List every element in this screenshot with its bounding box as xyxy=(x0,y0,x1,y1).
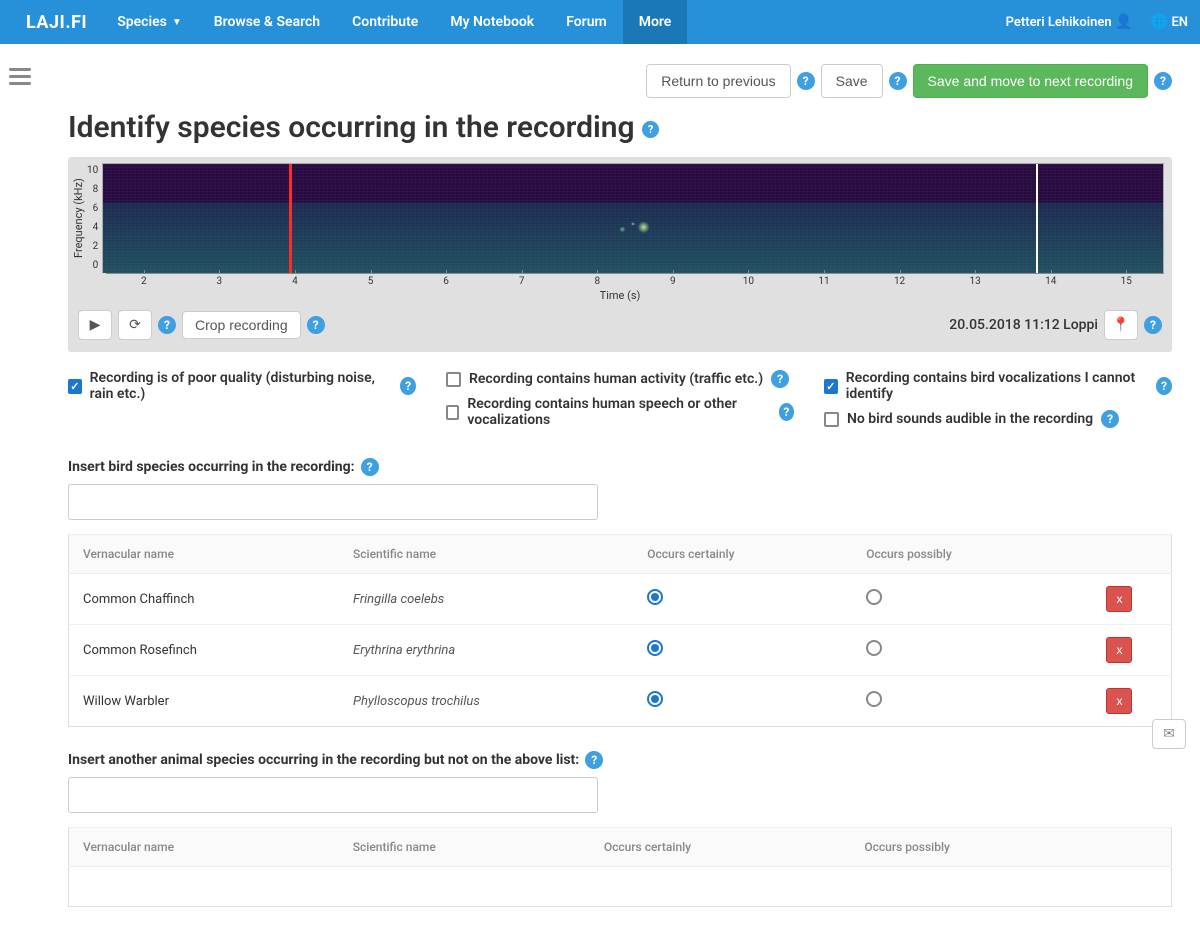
help-icon[interactable]: ? xyxy=(797,72,815,90)
help-icon[interactable]: ? xyxy=(361,458,379,476)
delete-button[interactable]: x xyxy=(1106,637,1132,663)
col-possibly: Occurs possibly xyxy=(852,535,1068,574)
radio-possibly[interactable] xyxy=(866,640,882,656)
col-vernacular: Vernacular name xyxy=(69,535,340,574)
scientific-cell: Fringilla coelebs xyxy=(339,574,633,625)
help-icon[interactable]: ? xyxy=(158,316,176,334)
help-icon[interactable]: ? xyxy=(1154,72,1172,90)
nav-browse[interactable]: Browse & Search xyxy=(198,0,336,44)
play-button[interactable]: ▶ xyxy=(78,310,112,340)
radio-possibly[interactable] xyxy=(866,589,882,605)
save-button[interactable]: Save xyxy=(821,64,883,98)
col-possibly: Occurs possibly xyxy=(850,828,1107,867)
crop-button[interactable]: Crop recording xyxy=(182,311,301,339)
col-vernacular: Vernacular name xyxy=(69,828,339,867)
flag-human-speech[interactable]: Recording contains human speech or other… xyxy=(446,396,794,428)
spectrogram[interactable] xyxy=(102,163,1164,273)
insert-other-label: Insert another animal species occurring … xyxy=(68,727,1172,777)
save-next-button[interactable]: Save and move to next recording xyxy=(913,64,1148,98)
flag-poor-quality[interactable]: Recording is of poor quality (disturbing… xyxy=(68,370,416,402)
y-ticks: 10 8 6 4 2 0 xyxy=(85,163,102,273)
y-axis-label: Frequency (kHz) xyxy=(72,163,85,273)
help-icon[interactable]: ? xyxy=(771,370,789,388)
flag-unknown-bird[interactable]: Recording contains bird vocalizations I … xyxy=(824,370,1172,402)
nav-notebook[interactable]: My Notebook xyxy=(434,0,550,44)
table-row: Common RosefinchErythrina erythrina x xyxy=(69,625,1172,676)
vernacular-cell: Common Chaffinch xyxy=(69,574,340,625)
help-icon[interactable]: ? xyxy=(1144,316,1162,334)
help-icon[interactable]: ? xyxy=(400,377,416,395)
top-navbar: LAJI.FI Species▼ Browse & Search Contrib… xyxy=(0,0,1200,44)
globe-icon: 🌐 xyxy=(1151,14,1172,30)
help-icon[interactable]: ? xyxy=(779,403,794,421)
other-species-input[interactable] xyxy=(68,777,598,813)
checkbox-icon[interactable] xyxy=(446,405,459,420)
mail-icon: ✉ xyxy=(1163,726,1175,742)
scientific-cell: Phylloscopus trochilus xyxy=(339,676,633,727)
radio-possibly[interactable] xyxy=(866,691,882,707)
x-ticks: 2 3 4 5 6 7 8 9 10 11 12 13 14 15 xyxy=(106,273,1164,287)
x-axis-label: Time (s) xyxy=(68,287,1172,302)
help-icon[interactable]: ? xyxy=(1101,410,1119,428)
menu-icon[interactable] xyxy=(9,64,31,947)
flag-human-activity[interactable]: Recording contains human activity (traff… xyxy=(446,370,794,388)
reload-button[interactable]: ⟳ xyxy=(118,310,152,340)
help-icon[interactable]: ? xyxy=(307,316,325,334)
brand-logo[interactable]: LAJI.FI xyxy=(12,12,101,33)
help-icon[interactable]: ? xyxy=(889,72,907,90)
location-button[interactable]: 📍 xyxy=(1104,310,1138,340)
spectrogram-panel: Frequency (kHz) 10 8 6 4 2 0 2 xyxy=(68,157,1172,352)
user-name[interactable]: Petteri Lehikoinen 👤 xyxy=(1006,14,1133,30)
bird-species-input[interactable] xyxy=(68,484,598,520)
checkbox-icon[interactable] xyxy=(68,379,82,394)
help-icon[interactable]: ? xyxy=(1156,377,1172,395)
other-species-table: Vernacular name Scientific name Occurs c… xyxy=(68,827,1172,907)
delete-button[interactable]: x xyxy=(1106,688,1132,714)
language-switch[interactable]: 🌐 EN xyxy=(1151,14,1188,30)
col-scientific: Scientific name xyxy=(339,535,633,574)
col-certainly: Occurs certainly xyxy=(633,535,852,574)
page-title: Identify species occurring in the record… xyxy=(68,110,1172,145)
playhead-start[interactable] xyxy=(289,164,292,273)
table-row: Willow WarblerPhylloscopus trochilus x xyxy=(69,676,1172,727)
delete-button[interactable]: x xyxy=(1106,586,1132,612)
feedback-button[interactable]: ✉ xyxy=(1152,719,1186,749)
col-certainly: Occurs certainly xyxy=(590,828,851,867)
checkbox-icon[interactable] xyxy=(824,412,839,427)
user-icon: 👤 xyxy=(1112,14,1133,30)
recording-meta: 20.05.2018 11:12 Loppi xyxy=(949,317,1098,333)
vernacular-cell: Common Rosefinch xyxy=(69,625,340,676)
checkbox-icon[interactable] xyxy=(446,372,461,387)
return-button[interactable]: Return to previous xyxy=(646,64,790,98)
nav-species[interactable]: Species▼ xyxy=(101,0,198,44)
action-bar: Return to previous ? Save ? Save and mov… xyxy=(68,44,1172,108)
table-row: Common ChaffinchFringilla coelebs x xyxy=(69,574,1172,625)
nav-more[interactable]: More xyxy=(623,0,688,44)
help-icon[interactable]: ? xyxy=(642,121,659,138)
radio-certainly[interactable] xyxy=(647,589,663,605)
checkbox-icon[interactable] xyxy=(824,379,838,394)
insert-bird-label: Insert bird species occurring in the rec… xyxy=(68,434,1172,484)
radio-certainly[interactable] xyxy=(647,640,663,656)
scientific-cell: Erythrina erythrina xyxy=(339,625,633,676)
caret-down-icon: ▼ xyxy=(172,17,182,28)
col-scientific: Scientific name xyxy=(339,828,590,867)
vernacular-cell: Willow Warbler xyxy=(69,676,340,727)
nav-forum[interactable]: Forum xyxy=(550,0,623,44)
bird-species-table: Vernacular name Scientific name Occurs c… xyxy=(68,534,1172,727)
sidebar xyxy=(0,44,40,947)
radio-certainly[interactable] xyxy=(647,691,663,707)
help-icon[interactable]: ? xyxy=(585,751,603,769)
flag-no-bird[interactable]: No bird sounds audible in the recording … xyxy=(824,410,1172,428)
playhead-end[interactable] xyxy=(1036,164,1038,273)
nav-contribute[interactable]: Contribute xyxy=(336,0,434,44)
